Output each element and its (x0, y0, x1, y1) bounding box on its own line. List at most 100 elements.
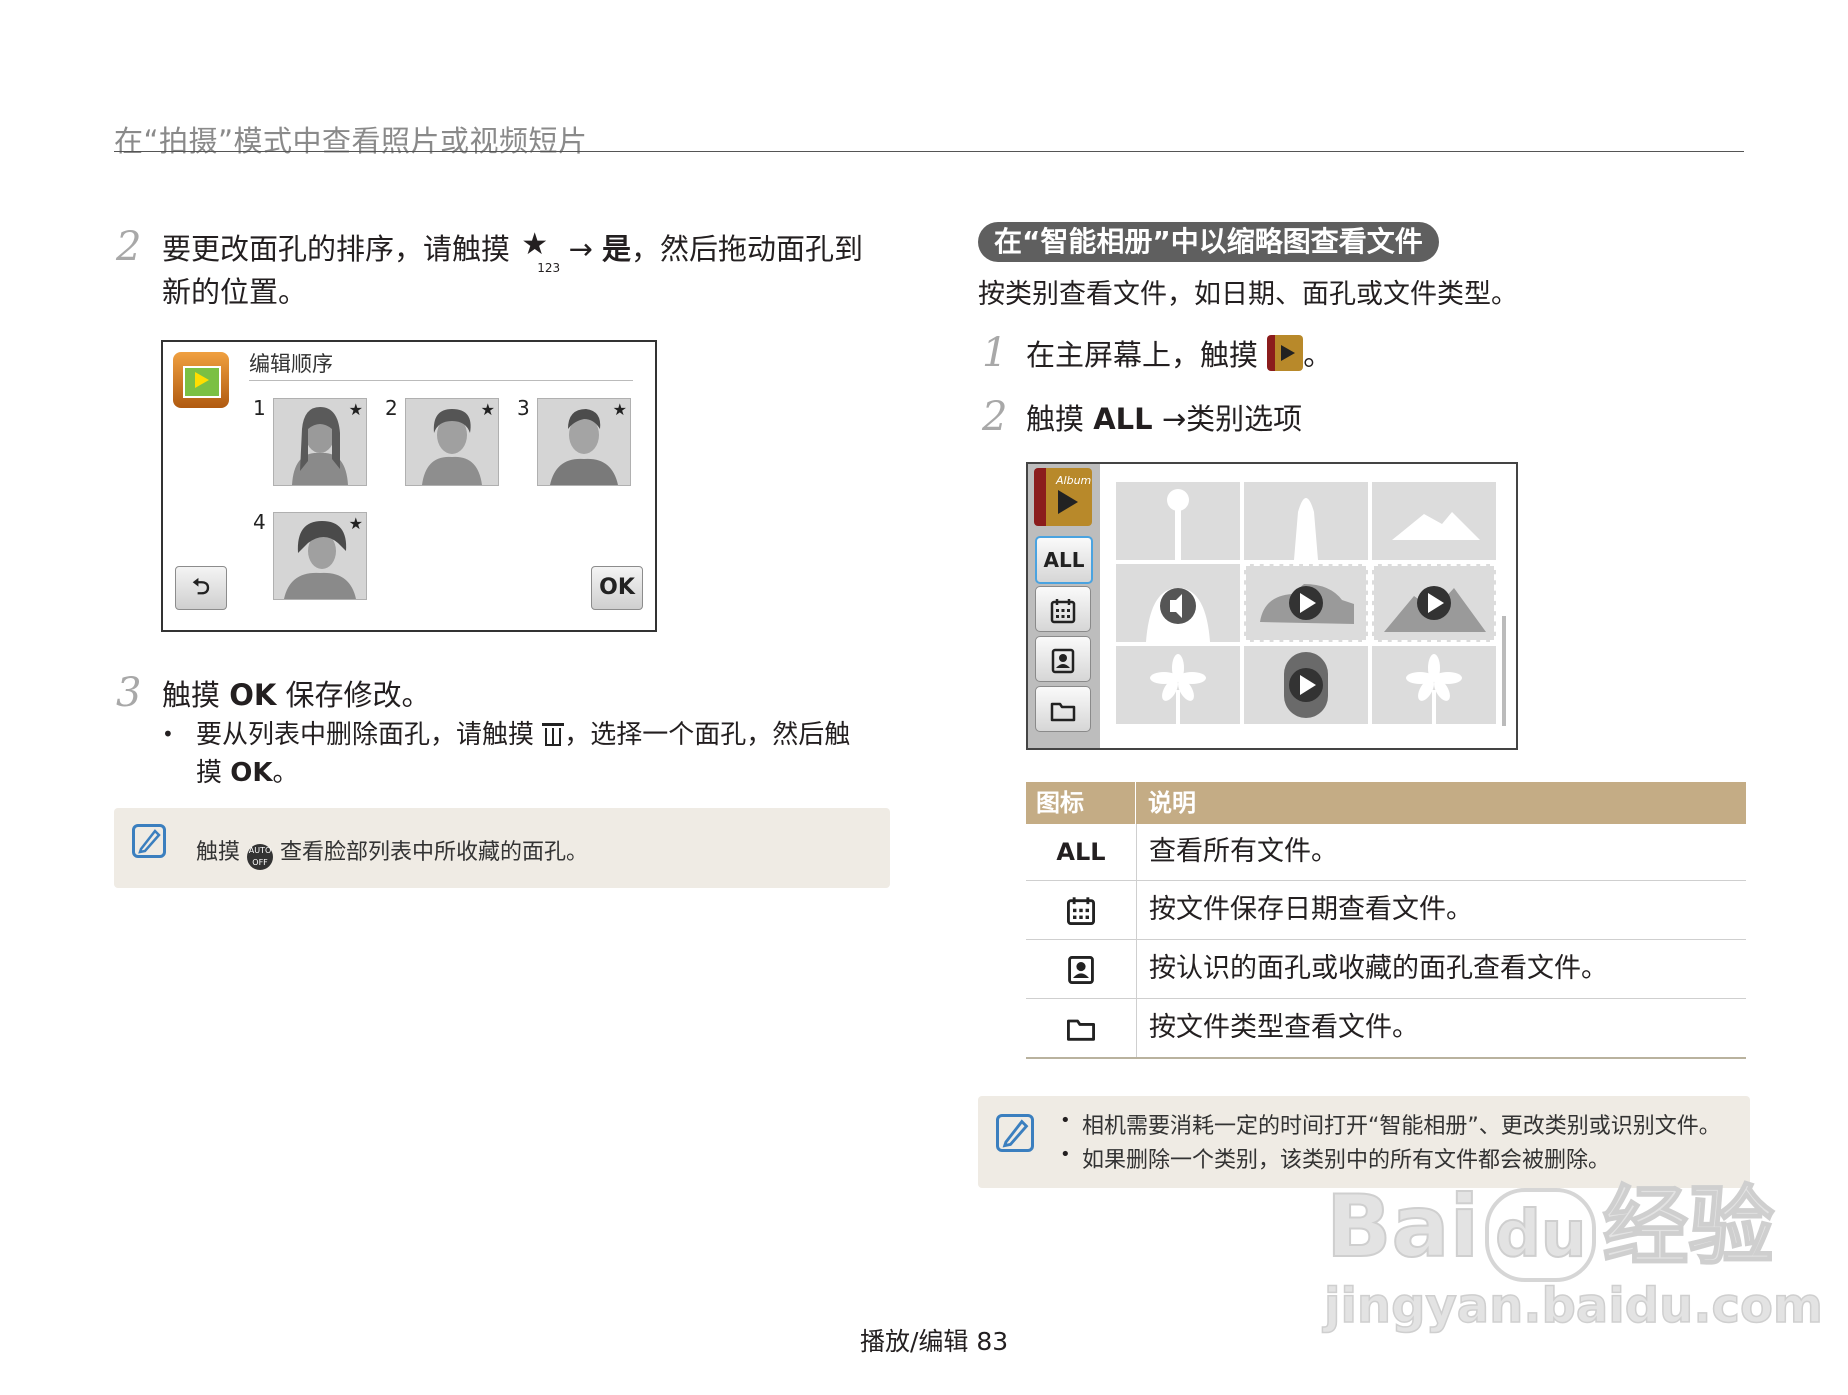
row-icon-all: ALL (1026, 824, 1137, 880)
note-text-part: 查看脸部列表中所收藏的面孔。 (280, 840, 589, 865)
album-logo-label: Album (1056, 474, 1092, 487)
arrow: → (568, 232, 593, 266)
step-text-part: 在主屏幕上，触摸 (1026, 338, 1259, 372)
category-all-button[interactable]: ALL (1035, 536, 1093, 584)
face-number: 2 (385, 396, 398, 420)
face-number: 1 (253, 396, 266, 420)
ok-label: OK (230, 758, 273, 788)
face-thumbnail[interactable]: ★ (273, 512, 367, 600)
step-text: 要更改面孔的排序，请触摸 ★ 123 → 是，然后拖动面孔到 (162, 227, 864, 275)
step-text: 触摸 ALL →类别选项 (1026, 398, 1302, 441)
step-number: 2 (116, 224, 142, 270)
step-text-part: ，然后拖动面孔到 (631, 232, 864, 266)
step-text-part: 要更改面孔的排序，请触摸 (162, 232, 511, 266)
watermark-paw: du (1485, 1188, 1597, 1282)
watermark-url: jingyan.baidu.com (1323, 1277, 1823, 1335)
section-heading: 在“智能相册”中以缩略图查看文件 (978, 222, 1439, 262)
row-desc: 按认识的面孔或收藏的面孔查看文件。 (1149, 953, 1608, 984)
smart-album-app-icon (173, 352, 229, 408)
bullet: • (162, 722, 174, 746)
face-number: 4 (253, 510, 266, 534)
watermark-suffix: 经验 (1601, 1177, 1775, 1277)
all-label: ALL (1093, 402, 1153, 436)
watermark-logo: Bai du 经验 (1325, 1183, 1775, 1282)
sub-step-part: 。 (272, 758, 299, 788)
table-row: 按文件类型查看文件。 (1026, 999, 1746, 1059)
bullet: • (1060, 1144, 1071, 1165)
album-logo-icon: Album (1034, 468, 1092, 526)
thumbnail-voice-memo[interactable] (1116, 564, 1240, 642)
note-line: 如果删除一个类别，该类别中的所有文件都会被删除。 (1082, 1148, 1611, 1173)
folder-icon (1026, 999, 1137, 1057)
folder-icon (1050, 702, 1076, 721)
thumbnail-photo[interactable] (1372, 482, 1496, 560)
header-icon: 图标 (1026, 782, 1136, 824)
step-text-part: 触摸 (1026, 402, 1094, 436)
face-thumbnail[interactable]: ★ (405, 398, 499, 486)
sub-step-part: 要从列表中删除面孔，请触摸 (196, 720, 535, 750)
step-text-part: →类别选项 (1152, 402, 1303, 436)
scrollbar[interactable] (1502, 616, 1506, 726)
step-number: 3 (116, 670, 142, 716)
thumbnail-video[interactable] (1244, 646, 1368, 724)
sub-step-part: 摸 (196, 758, 231, 788)
back-button[interactable]: ⮌ (175, 566, 227, 610)
title-divider (114, 151, 1744, 152)
step-text: 触摸 OK 保存修改。 (162, 674, 431, 717)
album-app-icon (1267, 335, 1304, 371)
thumbnail-photo[interactable] (1116, 646, 1240, 724)
table-row: 按认识的面孔或收藏的面孔查看文件。 (1026, 940, 1746, 999)
ok-button[interactable]: OK (591, 566, 643, 610)
trash-icon (542, 721, 565, 747)
step-text-part: 触摸 (162, 678, 230, 712)
sub-step-text: 要从列表中删除面孔，请触摸 ，选择一个面孔，然后触 (196, 716, 850, 754)
sub-step-part: ，选择一个面孔，然后触 (564, 720, 851, 750)
category-face-button[interactable] (1035, 636, 1091, 682)
note-icon (132, 824, 166, 858)
note-box: • 相机需要消耗一定的时间打开“智能相册”、更改类别或识别文件。 • 如果删除一… (978, 1096, 1750, 1188)
thumbnail-photo[interactable] (1116, 482, 1240, 560)
face-thumbnail[interactable]: ★ (273, 398, 367, 486)
step-number: 2 (982, 394, 1008, 440)
thumbnail-photo[interactable] (1244, 482, 1368, 560)
star-icon: ★ (348, 400, 363, 419)
screen-title: 编辑顺序 (249, 352, 333, 376)
star-sort-icon: ★ 123 (521, 227, 561, 275)
calendar-icon (1026, 881, 1137, 939)
note-box: 触摸 AUTO OFF 查看脸部列表中所收藏的面孔。 (114, 808, 890, 888)
table-row: ALL 查看所有文件。 (1026, 824, 1746, 881)
table-header: 图标 说明 (1026, 782, 1746, 824)
ok-label: OK (229, 678, 277, 712)
row-desc: 查看所有文件。 (1149, 836, 1338, 867)
star-icon: ★ (348, 514, 363, 533)
screen-divider (249, 380, 633, 381)
face-thumbnail[interactable]: ★ (537, 398, 631, 486)
step-text-line2: 新的位置。 (162, 275, 308, 309)
edit-order-screen: 编辑顺序 1 ★ 2 ★ 3 ★ 4 ★ ⮌ OK (161, 340, 657, 632)
note-text: 触摸 AUTO OFF 查看脸部列表中所收藏的面孔。 (196, 834, 588, 870)
category-type-button[interactable] (1035, 686, 1091, 732)
face-icon (1026, 940, 1137, 998)
thumbnail-video[interactable] (1372, 564, 1496, 642)
step-text-part: 。 (1303, 338, 1333, 372)
yes-label: 是 (601, 232, 631, 266)
step-text-part: 保存修改。 (276, 678, 431, 712)
face-number: 3 (517, 396, 530, 420)
thumbnail-video[interactable] (1244, 564, 1368, 642)
thumbnail-photo[interactable] (1372, 646, 1496, 724)
smart-album-screen: Album ALL (1026, 462, 1518, 750)
table-row: 按文件保存日期查看文件。 (1026, 881, 1746, 940)
header-desc: 说明 (1148, 789, 1196, 817)
note-text-part: 触摸 (196, 840, 241, 865)
star-icon: ★ (480, 400, 495, 419)
category-date-button[interactable] (1035, 586, 1091, 632)
bullet: • (1060, 1110, 1071, 1131)
page-footer: 播放/编辑 83 (860, 1327, 1009, 1356)
section-intro: 按类别查看文件，如日期、面孔或文件类型。 (978, 279, 1518, 310)
album-sidebar: Album ALL (1028, 464, 1100, 748)
icon-table: 图标 说明 ALL 查看所有文件。 按文件保存日期查看文件。 按认识的面孔或收藏… (1026, 782, 1746, 1059)
star-icon: ★ (612, 400, 627, 419)
auto-off-icon: AUTO OFF (247, 844, 274, 870)
calendar-icon (1050, 598, 1076, 623)
watermark-brand: Bai (1325, 1177, 1480, 1277)
